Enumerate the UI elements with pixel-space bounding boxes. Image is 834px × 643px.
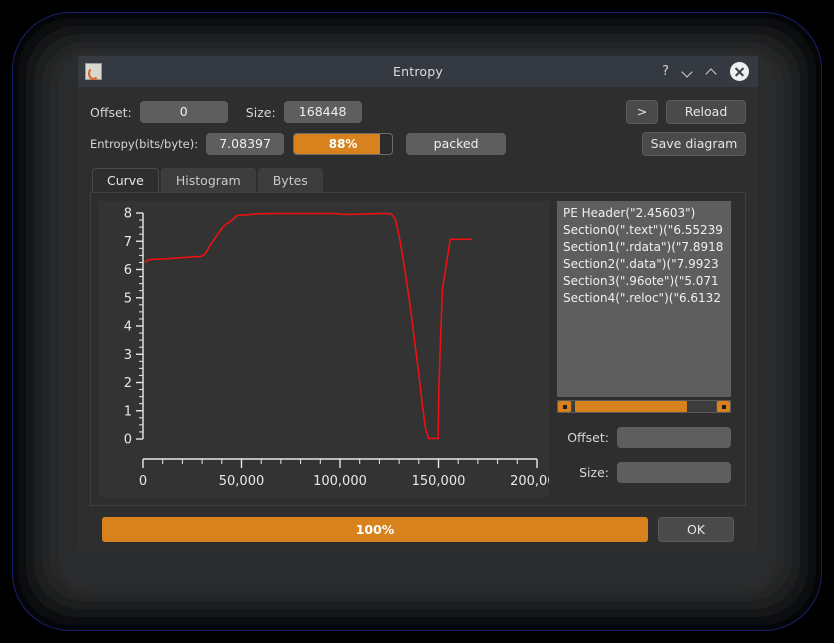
- progress-label: 100%: [355, 522, 395, 537]
- svg-text:1: 1: [124, 404, 132, 419]
- expand-button[interactable]: >: [626, 100, 658, 124]
- list-item[interactable]: Section1(".rdata")("7.8918: [563, 239, 731, 256]
- svg-text:8: 8: [124, 207, 132, 222]
- list-item[interactable]: Section3(".96ote")("5.071: [563, 273, 731, 290]
- section-list-horizontal-scrollbar[interactable]: [557, 400, 731, 413]
- tab-bar: Curve Histogram Bytes: [90, 168, 746, 193]
- list-item[interactable]: PE Header("2.45603"): [563, 205, 731, 222]
- window-controls: ?: [662, 62, 758, 81]
- entropy-curve-chart: 0 1 2 3 4 5 6 7 8 0 50,000 100,000 150,000 200,000: [99, 201, 549, 497]
- entropy-dialog: Entropy ? Offset: 0 Size: 168448 > Reloa…: [78, 56, 758, 551]
- ok-button[interactable]: OK: [658, 517, 734, 542]
- detail-size-label: Size:: [579, 465, 609, 480]
- size-input[interactable]: 168448: [283, 101, 362, 123]
- scroll-right-arrow-icon[interactable]: [717, 401, 730, 412]
- tab-bytes[interactable]: Bytes: [257, 168, 323, 193]
- svg-text:7: 7: [124, 235, 132, 250]
- entropy-progress-bar: 88%: [293, 133, 394, 155]
- detail-offset-row: Offset:: [557, 427, 731, 448]
- svg-text:0: 0: [139, 474, 147, 489]
- offset-label: Offset:: [90, 104, 132, 120]
- reload-button[interactable]: Reload: [666, 100, 746, 124]
- size-label: Size:: [245, 104, 276, 120]
- svg-text:3: 3: [124, 348, 132, 363]
- svg-text:2: 2: [124, 376, 132, 391]
- minimize-chevron-icon[interactable]: [682, 66, 693, 77]
- scroll-left-arrow-icon[interactable]: [558, 401, 571, 412]
- svg-text:200,000: 200,000: [510, 474, 549, 489]
- screen: Entropy ? Offset: 0 Size: 168448 > Reloa…: [0, 0, 834, 643]
- detail-size-input[interactable]: [617, 462, 731, 483]
- tab-panel: 0 1 2 3 4 5 6 7 8 0 50,000 100,000 150,000 200,000 PE…: [90, 192, 746, 506]
- app-icon: [85, 63, 102, 80]
- list-item[interactable]: Section0(".text")("6.55239: [563, 222, 731, 239]
- offset-size-row: Offset: 0 Size: 168448 > Reload: [90, 100, 746, 124]
- detail-offset-label: Offset:: [567, 430, 609, 445]
- entropy-value[interactable]: 7.08397: [206, 133, 285, 155]
- entropy-progress-label: 88%: [328, 137, 358, 151]
- section-list[interactable]: PE Header("2.45603") Section0(".text")("…: [557, 201, 731, 397]
- title-bar[interactable]: Entropy ?: [78, 56, 758, 87]
- save-diagram-button[interactable]: Save diagram: [642, 132, 746, 156]
- detail-size-row: Size:: [557, 462, 731, 483]
- scrollbar-thumb[interactable]: [575, 401, 688, 412]
- dialog-footer: 100% OK: [90, 517, 746, 542]
- svg-text:100,000: 100,000: [313, 474, 367, 489]
- list-item[interactable]: Section2(".data")("7.9923: [563, 256, 731, 273]
- tab-histogram[interactable]: Histogram: [160, 168, 256, 193]
- tab-curve[interactable]: Curve: [92, 168, 159, 193]
- svg-text:6: 6: [124, 263, 132, 278]
- maximize-chevron-icon[interactable]: [706, 66, 717, 77]
- entropy-label: Entropy(bits/byte):: [90, 137, 199, 151]
- progress-bar: 100%: [102, 517, 648, 542]
- list-item[interactable]: Section4(".reloc")("6.6132: [563, 290, 731, 307]
- chart-svg: 0 1 2 3 4 5 6 7 8 0 50,000 100,000 150,000 200,000: [124, 207, 549, 490]
- close-icon[interactable]: [730, 62, 749, 81]
- window-title: Entropy: [393, 64, 443, 79]
- svg-text:4: 4: [124, 320, 132, 335]
- help-icon[interactable]: ?: [662, 65, 669, 78]
- detail-offset-input[interactable]: [617, 427, 731, 448]
- svg-text:5: 5: [124, 291, 132, 306]
- scrollbar-track[interactable]: [572, 401, 716, 412]
- svg-text:50,000: 50,000: [219, 474, 265, 489]
- sections-column: PE Header("2.45603") Section0(".text")("…: [557, 201, 731, 497]
- dialog-body: Offset: 0 Size: 168448 > Reload Entropy(…: [78, 87, 758, 542]
- svg-text:0: 0: [124, 433, 132, 448]
- packed-status: packed: [406, 133, 507, 155]
- offset-input[interactable]: 0: [139, 101, 228, 123]
- entropy-row: Entropy(bits/byte): 7.08397 88% packed S…: [90, 132, 746, 156]
- svg-text:150,000: 150,000: [412, 474, 466, 489]
